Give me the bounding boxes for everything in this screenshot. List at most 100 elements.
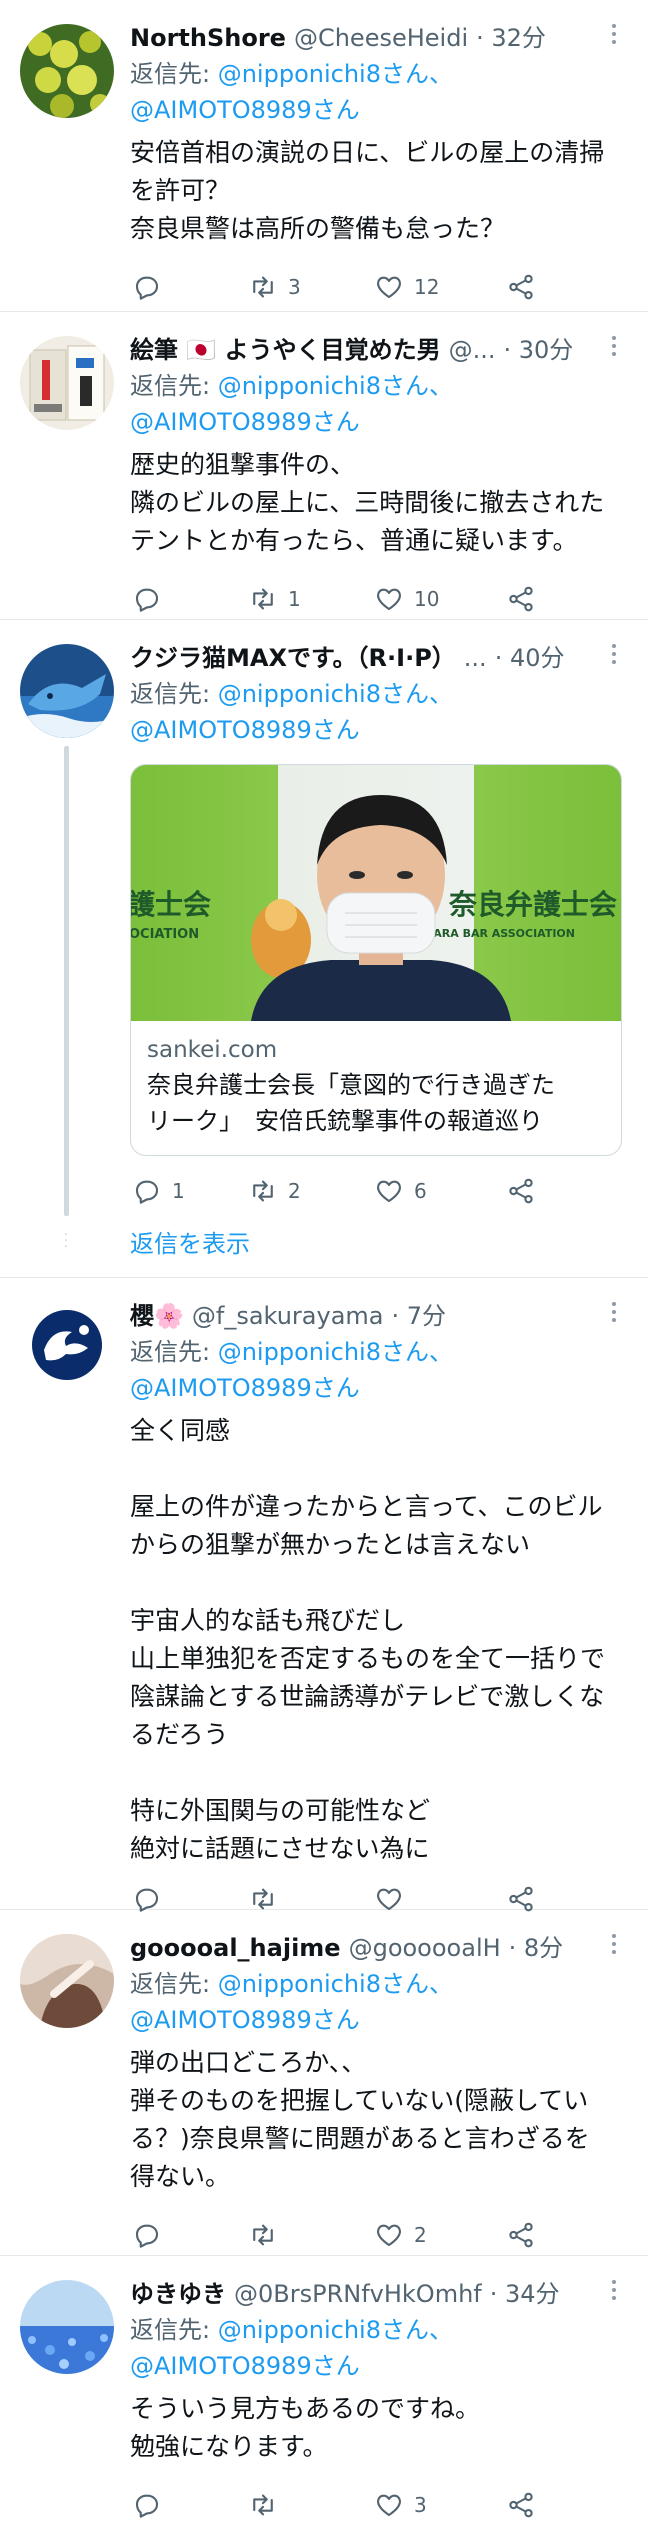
tweet[interactable]: 櫻🌸 @f_sakurayama · 7分 返信先: @nipponichi8さ…	[0, 1278, 648, 1912]
more-icon[interactable]	[608, 336, 620, 356]
reply-button[interactable]	[132, 272, 248, 302]
more-icon[interactable]	[608, 1934, 620, 1954]
mention-link[interactable]: @AIMOTO8989さん	[130, 2006, 360, 2034]
timestamp[interactable]: · 40分	[495, 640, 565, 676]
like-button[interactable]: 3	[374, 2490, 506, 2520]
heart-icon	[377, 276, 401, 299]
mention-link[interactable]: @AIMOTO8989さん	[130, 2352, 360, 2380]
reply-icon	[135, 1180, 159, 1204]
mention-link[interactable]: @AIMOTO8989さん	[130, 408, 360, 436]
retweet-button[interactable]	[248, 2490, 374, 2520]
avatar[interactable]	[20, 1934, 114, 2028]
tweet-text: そういう見方もあるのですね。 勉強になります。	[130, 2394, 481, 2461]
tweet[interactable]: 絵筆 🇯🇵 ようやく目覚めた男 @... · 30分 返信先: @nipponi…	[0, 312, 648, 620]
avatar[interactable]	[20, 336, 114, 430]
mention-link[interactable]: @nipponichi8さん、	[218, 680, 453, 708]
tweet[interactable]: gooooal_hajime @goooooalH · 8分 返信先: @nip…	[0, 1910, 648, 2256]
avatar-image-whale	[20, 644, 114, 738]
replying-to: 返信先: @nipponichi8さん、 @AIMOTO8989さん	[130, 676, 622, 748]
mention-link[interactable]: @nipponichi8さん、	[218, 60, 453, 88]
more-icon[interactable]	[608, 644, 620, 664]
timestamp[interactable]: · 7分	[392, 1298, 447, 1334]
like-button[interactable]: 10	[374, 584, 506, 614]
display-name[interactable]: 絵筆 🇯🇵 ようやく目覚めた男	[130, 332, 441, 368]
tweet-actions: 3	[130, 2488, 622, 2522]
mention-link[interactable]: @nipponichi8さん、	[218, 1338, 453, 1366]
share-button[interactable]	[506, 2220, 536, 2250]
share-icon	[509, 274, 533, 300]
avatar[interactable]	[32, 1310, 102, 1380]
mention-link[interactable]: @AIMOTO8989さん	[130, 1374, 360, 1402]
like-count: 2	[414, 2223, 427, 2247]
retweet-button[interactable]: 2	[248, 1176, 374, 1206]
retweet-button[interactable]	[248, 2220, 374, 2250]
user-handle[interactable]: @f_sakurayama	[192, 1298, 384, 1334]
tweet-actions: 1 2 6	[130, 1174, 622, 1208]
user-handle[interactable]: ...	[464, 640, 487, 676]
timestamp[interactable]: · 34分	[490, 2276, 560, 2312]
mention-link[interactable]: @AIMOTO8989さん	[130, 716, 360, 744]
heart-icon	[377, 1180, 401, 1203]
share-button[interactable]	[506, 2490, 536, 2520]
tweet-actions: 2	[130, 2218, 622, 2252]
tweet-header: 櫻🌸 @f_sakurayama · 7分	[130, 1298, 622, 1334]
avatar[interactable]	[20, 644, 114, 738]
display-name[interactable]: クジラ猫MAXです。（R·I·P）	[130, 640, 456, 676]
like-button[interactable]: 12	[374, 272, 506, 302]
display-name[interactable]: gooooal_hajime	[130, 1930, 341, 1966]
user-handle[interactable]: @...	[449, 332, 496, 368]
avatar[interactable]	[20, 24, 114, 118]
heart-icon	[377, 2224, 401, 2247]
share-icon	[509, 1178, 533, 1204]
thread-dots: · · ·	[63, 1227, 69, 1255]
reply-count: 1	[172, 1179, 185, 1203]
retweet-button[interactable]: 3	[248, 272, 374, 302]
display-name[interactable]: ゆきゆき	[130, 2276, 226, 2312]
user-handle[interactable]: @goooooalH	[349, 1930, 501, 1966]
tweet[interactable]: ゆきゆき @0BrsPRNfvHkOmhf · 34分 返信先: @nippon…	[0, 2256, 648, 2521]
tweet-actions: 3 12	[130, 270, 622, 304]
avatar[interactable]	[20, 2280, 114, 2374]
card-text: sankei.com 奈良弁護士会長「意図的で行き過ぎた リーク」 安倍氏銃撃事…	[131, 1021, 621, 1155]
user-handle[interactable]: @CheeseHeidi	[294, 20, 468, 56]
retweet-icon	[253, 2494, 273, 2516]
retweet-button[interactable]: 1	[248, 584, 374, 614]
replying-to: 返信先: @nipponichi8さん、 @AIMOTO8989さん	[130, 1334, 622, 1406]
reply-button[interactable]	[132, 584, 248, 614]
mention-link[interactable]: @nipponichi8さん、	[218, 2316, 453, 2344]
mention-link[interactable]: @nipponichi8さん、	[218, 372, 453, 400]
like-button[interactable]: 6	[374, 1176, 506, 1206]
replying-prefix: 返信先:	[130, 2316, 218, 2344]
more-icon[interactable]	[608, 24, 620, 44]
share-button[interactable]	[506, 1176, 536, 1206]
mention-link[interactable]: @AIMOTO8989さん	[130, 96, 360, 124]
share-icon	[509, 586, 533, 612]
replying-to: 返信先: @nipponichi8さん、 @AIMOTO8989さん	[130, 1966, 622, 2038]
mention-link[interactable]: @nipponichi8さん、	[218, 1970, 453, 1998]
more-icon[interactable]	[608, 1302, 620, 1322]
timestamp[interactable]: · 30分	[503, 332, 573, 368]
reply-button[interactable]	[132, 2490, 248, 2520]
tweet[interactable]: NorthShore @CheeseHeidi · 32分 返信先: @nipp…	[0, 0, 648, 312]
tweet-header: NorthShore @CheeseHeidi · 32分	[130, 20, 622, 56]
share-button[interactable]	[506, 584, 536, 614]
like-count: 6	[414, 1179, 427, 1203]
card-title: 奈良弁護士会長「意図的で行き過ぎた リーク」 安倍氏銃撃事件の報道巡り	[147, 1071, 555, 1135]
user-handle[interactable]: @0BrsPRNfvHkOmhf	[234, 2276, 482, 2312]
timestamp[interactable]: · 32分	[476, 20, 546, 56]
more-icon[interactable]	[608, 2280, 620, 2300]
tweet[interactable]: · · · クジラ猫MAXです。（R·I·P） ... · 40分 返信先: @ni…	[0, 620, 648, 1278]
display-name[interactable]: 櫻🌸	[130, 1298, 184, 1334]
link-card[interactable]: 護士会 OCIATION 奈良弁護士会 NARA BAR ASSOCIATION	[130, 764, 622, 1156]
replying-to: 返信先: @nipponichi8さん、 @AIMOTO8989さん	[130, 2312, 622, 2384]
timestamp[interactable]: · 8分	[509, 1930, 564, 1966]
reply-button[interactable]: 1	[132, 1176, 248, 1206]
share-button[interactable]	[506, 272, 536, 302]
display-name[interactable]: NorthShore	[130, 20, 286, 56]
show-replies-link[interactable]: 返信を表示	[130, 1226, 622, 1262]
replying-to: 返信先: @nipponichi8さん、 @AIMOTO8989さん	[130, 56, 622, 128]
replying-prefix: 返信先:	[130, 372, 218, 400]
reply-button[interactable]	[132, 2220, 248, 2250]
tweet-text: 安倍首相の演説の日に、ビルの屋上の清掃 を許可？ 奈良県警は高所の警備も怠った？	[130, 138, 605, 243]
like-button[interactable]: 2	[374, 2220, 506, 2250]
